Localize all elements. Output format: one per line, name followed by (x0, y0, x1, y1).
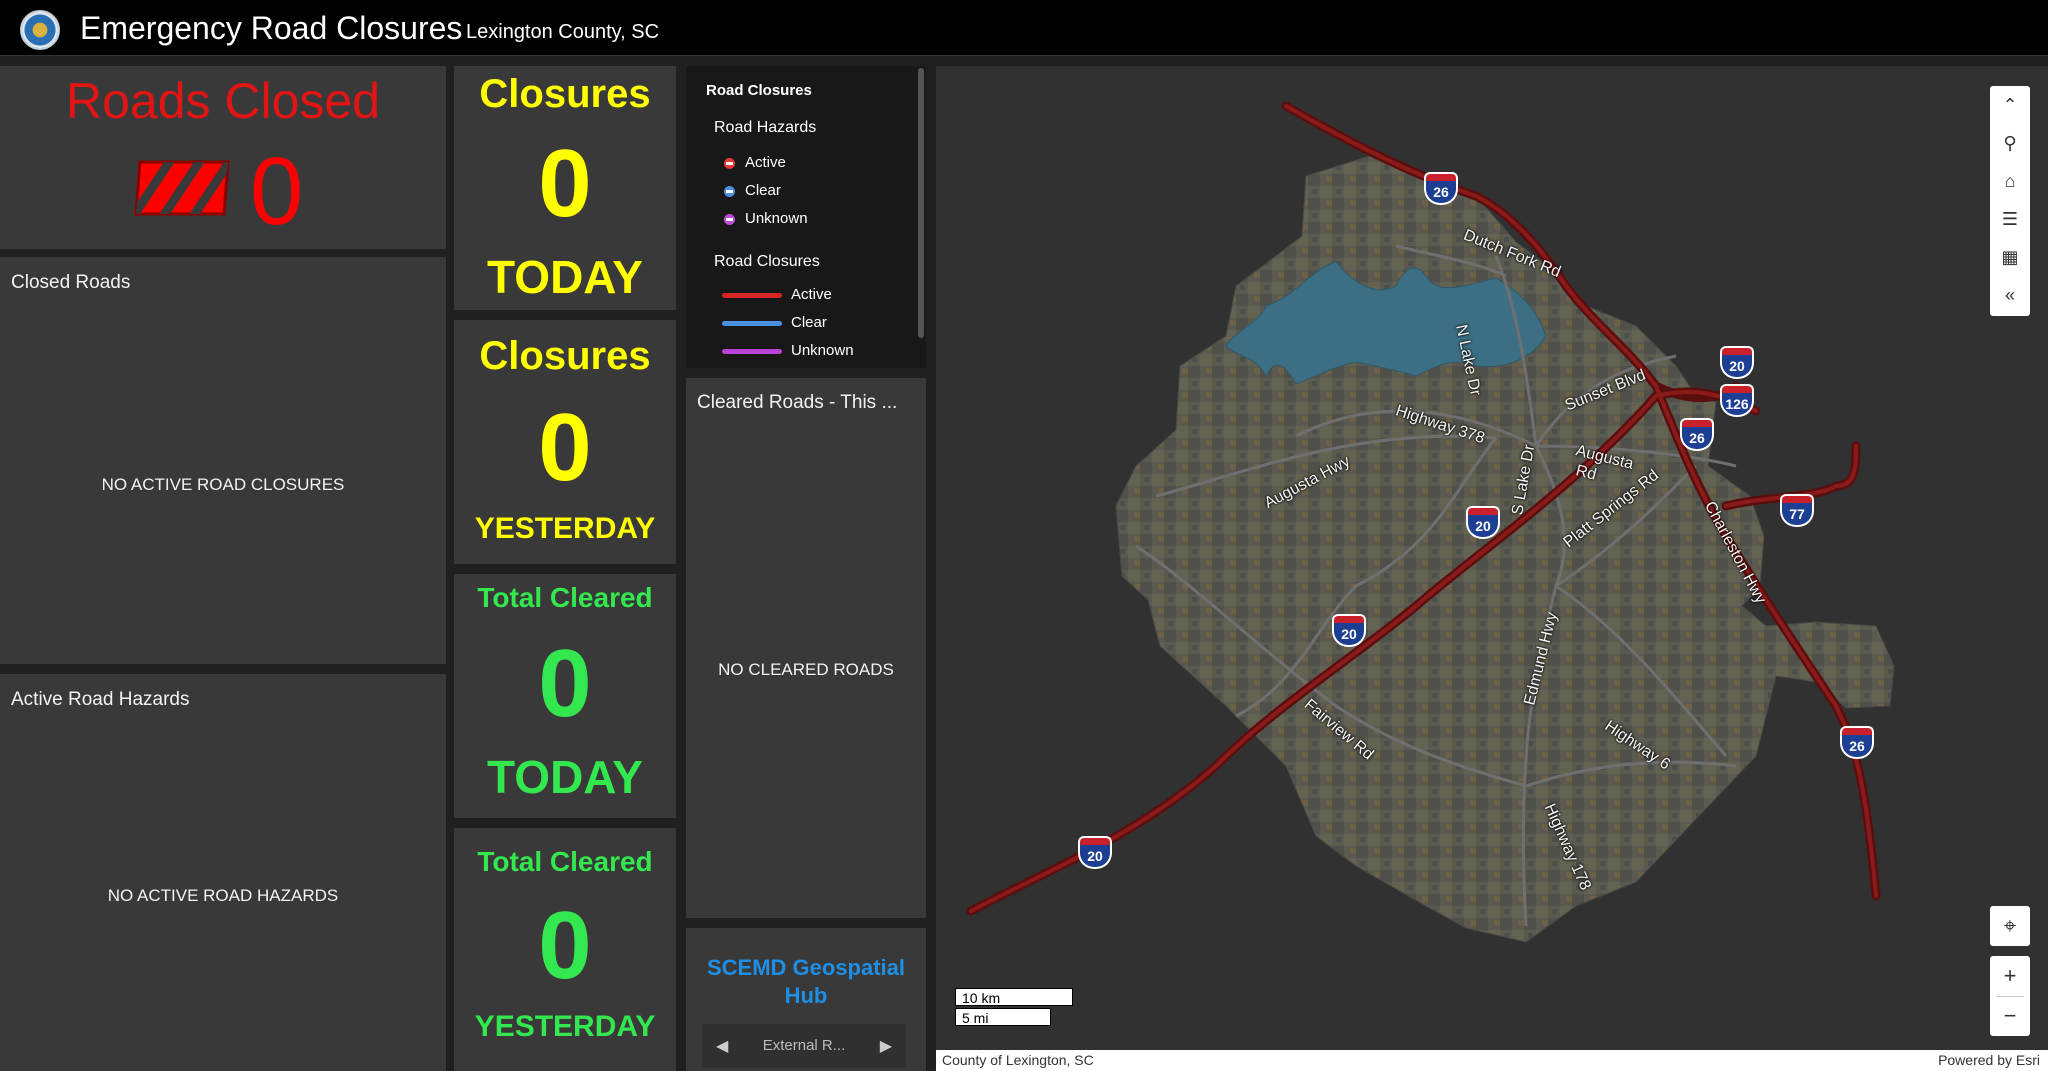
external-resources-carousel: ◀ External R... ▶ (702, 1024, 906, 1068)
closures-today-period: TODAY (487, 251, 643, 303)
cleared-roads-title: Cleared Roads - This ... (697, 392, 898, 413)
closures-today-value: 0 (538, 130, 592, 237)
county-seal-logo (20, 10, 60, 50)
closures-today-indicator: Closures 0 TODAY (454, 66, 676, 310)
interstate-shield: 26 (1424, 172, 1458, 206)
lexington-county-shape (1115, 153, 1895, 943)
interstate-shield: 77 (1780, 494, 1814, 528)
scemd-geospatial-hub-link[interactable]: SCEMD Geospatial Hub (686, 954, 926, 1009)
barricade-icon (134, 160, 230, 216)
legend-closure-symbol (722, 293, 782, 298)
legend-closure-label: Unknown (791, 342, 854, 359)
cleared-today-value: 0 (538, 630, 592, 737)
legend-title: Road Closures (706, 82, 812, 99)
closures-today-label: Closures (479, 72, 651, 116)
scale-mi: 5 mi (955, 1008, 1051, 1026)
layers-icon[interactable]: ☰ (1990, 200, 2030, 238)
closures-yesterday-value: 0 (538, 394, 592, 501)
cleared-today-period: TODAY (487, 751, 643, 803)
cleared-roads-panel: Cleared Roads - This ... NO CLEARED ROAD… (686, 378, 926, 918)
plus-icon[interactable]: + (1990, 957, 2030, 995)
qr-code-icon[interactable]: ▦ (1990, 238, 2030, 276)
cleared-yesterday-label: Total Cleared (477, 846, 653, 877)
app-header: Emergency Road Closures Lexington County… (0, 0, 2048, 56)
interstate-shield: 20 (1720, 346, 1754, 380)
interstate-shield: 20 (1332, 614, 1366, 648)
legend-hazard-symbol (724, 186, 735, 197)
chevron-up-icon[interactable]: ⌃ (1990, 86, 2030, 124)
legend-hazard-symbol (724, 214, 735, 225)
closed-roads-title: Closed Roads (11, 272, 131, 293)
interstate-shield: 126 (1720, 384, 1754, 418)
closed-roads-empty-message: NO ACTIVE ROAD CLOSURES (101, 475, 345, 494)
scale-km: 10 km (955, 988, 1073, 1006)
active-hazards-empty-message: NO ACTIVE ROAD HAZARDS (107, 886, 339, 905)
app-subtitle: Lexington County, SC (466, 21, 660, 43)
legend-closures-group: Road Closures (714, 253, 820, 270)
cleared-today-label: Total Cleared (477, 582, 653, 613)
legend-hazards-group: Road Hazards (714, 119, 817, 136)
closures-yesterday-period: YESTERDAY (474, 512, 656, 545)
county-map (966, 101, 1895, 943)
legend-panel[interactable]: Road Closures Road Hazards Active Clear Un… (686, 66, 926, 368)
closures-yesterday-indicator: Closures 0 YESTERDAY (454, 320, 676, 564)
app-title: Emergency Road Closures (80, 10, 463, 46)
legend-closure-symbol (722, 321, 782, 326)
roads-closed-panel: Roads Closed 0 (0, 66, 446, 249)
interstate-shield: 26 (1680, 418, 1714, 452)
active-hazards-title: Active Road Hazards (11, 689, 190, 710)
locate-icon[interactable]: ⌖ (1990, 906, 2030, 946)
interstate-shield: 20 (1078, 836, 1112, 870)
carousel-next-icon[interactable]: ▶ (880, 1036, 892, 1056)
external-resources-link[interactable]: External R... (702, 1037, 906, 1054)
home-icon[interactable]: ⌂ (1990, 162, 2030, 200)
cleared-today-indicator: Total Cleared 0 TODAY (454, 574, 676, 818)
minus-icon[interactable]: − (1990, 997, 2030, 1035)
legend-hazard-label: Clear (745, 182, 781, 199)
legend-hazard-symbol (724, 158, 735, 169)
legend-hazard-label: Unknown (745, 210, 808, 227)
closures-yesterday-label: Closures (479, 334, 651, 378)
map-toolbar: ⌃ ⚲ ⌂ ☰ ▦ « (1990, 86, 2030, 316)
cleared-yesterday-value: 0 (538, 892, 592, 999)
attribution-esri[interactable]: Powered by Esri (1938, 1050, 2040, 1071)
interstate-shield: 20 (1466, 506, 1500, 540)
map-view[interactable]: Dutch Fork Rd N Lake Dr Sunset Blvd High… (936, 66, 2048, 1052)
legend-closure-label: Active (791, 286, 832, 303)
cleared-yesterday-indicator: Total Cleared 0 YESTERDAY (454, 828, 676, 1071)
chevrons-left-icon[interactable]: « (1990, 276, 2030, 314)
active-hazards-panel: Active Road Hazards NO ACTIVE ROAD HAZAR… (0, 674, 446, 1071)
search-icon[interactable]: ⚲ (1990, 124, 2030, 162)
hub-panel: SCEMD Geospatial Hub ◀ External R... ▶ (686, 928, 926, 1071)
zoom-control: + − (1990, 956, 2030, 1036)
closed-roads-panel: Closed Roads NO ACTIVE ROAD CLOSURES (0, 257, 446, 664)
legend-scrollbar[interactable] (918, 68, 924, 338)
legend-hazard-label: Active (745, 154, 786, 171)
legend-closure-label: Clear (791, 314, 827, 331)
attribution-source: County of Lexington, SC (942, 1052, 1094, 1068)
cleared-roads-empty-message: NO CLEARED ROADS (718, 660, 894, 679)
interstate-shield: 26 (1840, 726, 1874, 760)
cleared-yesterday-period: YESTERDAY (474, 1010, 656, 1043)
roads-closed-count: 0 (250, 138, 304, 245)
roads-closed-title: Roads Closed (65, 73, 381, 129)
legend-closure-symbol (722, 349, 782, 354)
map-attribution: County of Lexington, SC Powered by Esri (936, 1050, 2048, 1071)
